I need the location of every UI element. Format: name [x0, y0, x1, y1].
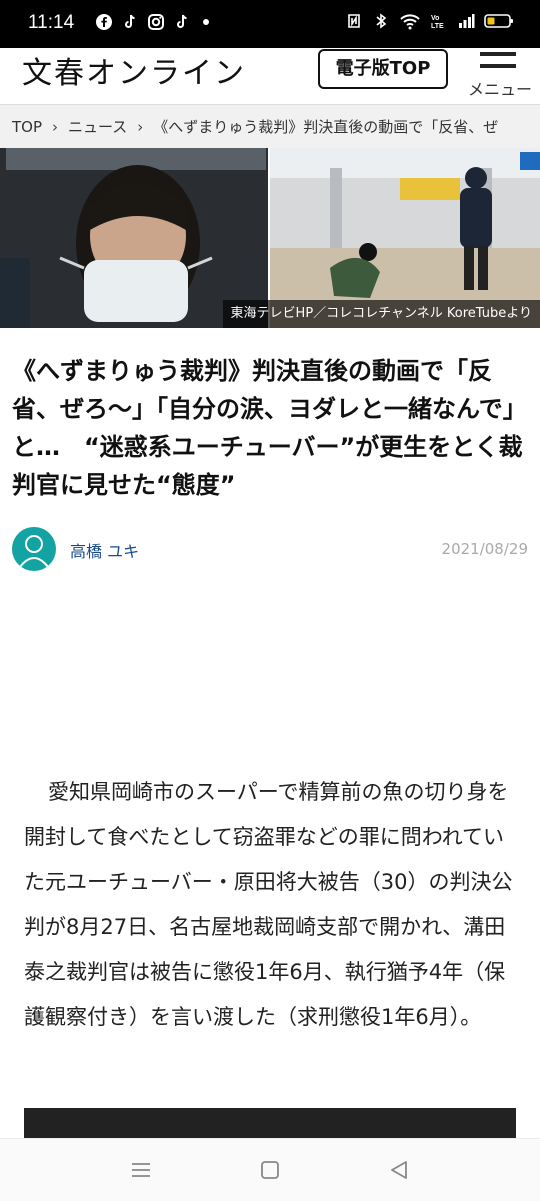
- recents-icon[interactable]: [128, 1157, 154, 1183]
- battery-icon: [484, 14, 513, 28]
- back-icon[interactable]: [386, 1157, 412, 1183]
- breadcrumb: TOP › ニュース › 《へずまりゅう裁判》判決直後の動画で「反省、ぜ: [0, 104, 540, 149]
- author-avatar-icon[interactable]: [12, 527, 56, 571]
- nfc-icon: [348, 14, 360, 28]
- svg-text:Vo: Vo: [431, 15, 439, 22]
- signal-icon: [459, 14, 475, 28]
- site-logo[interactable]: 文春オンライン: [22, 48, 246, 92]
- home-icon[interactable]: [257, 1157, 283, 1183]
- system-icons: Vo LTE: [345, 12, 514, 30]
- digital-edition-top-button[interactable]: 電子版TOP: [318, 49, 448, 89]
- breadcrumb-top-link[interactable]: TOP: [12, 105, 42, 149]
- menu-label: メニュー: [467, 80, 532, 99]
- article-body-paragraph: 愛知県岡崎市のスーパーで精算前の魚の切り身を開封して食べたとして窃盗罪などの罪に…: [24, 780, 513, 1029]
- publish-date: 2021/08/29: [441, 540, 528, 558]
- volte-icon: VoLTE: [431, 15, 444, 30]
- article-inline-image[interactable]: [24, 1108, 516, 1138]
- hero-image[interactable]: 東海テレビHP／コレコレチャンネル KoreTubeより: [0, 148, 540, 328]
- site-header: 文春オンライン 電子版TOP メニュー: [0, 48, 540, 104]
- byline: 高橋 ユキ 2021/08/29: [12, 527, 528, 573]
- photo-credit: 東海テレビHP／コレコレチャンネル KoreTubeより: [222, 300, 540, 328]
- article-title: 《へずまりゅう裁判》判決直後の動画で「反省、ぜろ〜」「自分の涙、ヨダレと一緒なん…: [12, 357, 527, 499]
- chevron-right-icon: ›: [137, 118, 144, 136]
- more-notifications-icon: [203, 19, 209, 25]
- author-link[interactable]: 高橋 ユキ: [70, 538, 139, 562]
- chevron-right-icon: ›: [52, 118, 59, 136]
- breadcrumb-current: 《へずまりゅう裁判》判決直後の動画で「反省、ぜ: [153, 118, 499, 136]
- menu-button[interactable]: メニュー: [462, 48, 534, 102]
- instagram-icon: [148, 14, 164, 30]
- clock: 11:14: [28, 12, 75, 33]
- menu-icon: [480, 64, 516, 68]
- wifi-icon: [400, 14, 420, 30]
- menu-icon: [480, 52, 516, 56]
- notification-icons: [95, 13, 209, 31]
- svg-text:LTE: LTE: [431, 23, 444, 30]
- facebook-icon: [96, 14, 112, 30]
- status-bar: 11:14 Vo LTE: [0, 0, 540, 48]
- tiktok-icon: [125, 14, 135, 28]
- tiktok-icon: [177, 14, 187, 28]
- bluetooth-icon: [376, 13, 387, 29]
- system-navigation-bar: [0, 1138, 540, 1201]
- breadcrumb-news-link[interactable]: ニュース: [68, 105, 127, 149]
